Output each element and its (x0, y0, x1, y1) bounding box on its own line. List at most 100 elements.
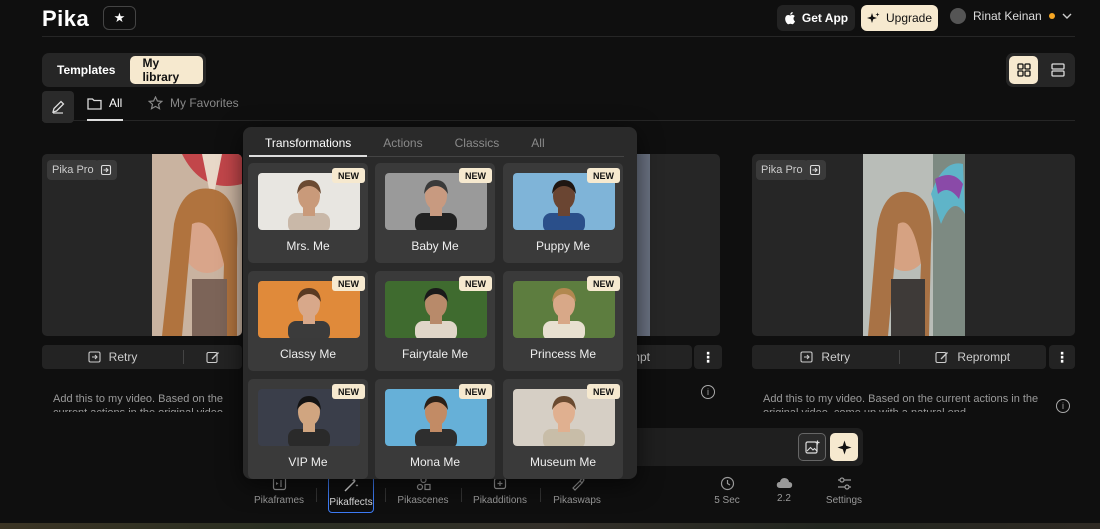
more-options-button[interactable]: ⋮ (1049, 345, 1075, 369)
video-thumbnail (152, 154, 242, 336)
favorite-star-button[interactable]: ★ (103, 6, 136, 30)
card-actions: Retry (42, 345, 242, 369)
sparkle-icon (866, 12, 880, 23)
prompt-text: Add this to my video. Based on the curre… (763, 393, 1039, 412)
reprompt-button[interactable] (184, 351, 242, 364)
view-toggle (1006, 53, 1075, 87)
edit-icon (206, 351, 219, 363)
more-vertical-icon: ⋮ (1055, 348, 1069, 365)
effect-label: Baby Me (411, 239, 459, 253)
header-divider (42, 36, 1075, 37)
prompt-text: Add this to my video. Based on the curre… (53, 393, 226, 412)
effect-label: Mrs. Me (286, 239, 330, 253)
new-badge: NEW (459, 168, 492, 183)
tool-pikaffects[interactable]: Pikaffects (328, 476, 374, 513)
sparkle-icon (837, 440, 851, 454)
list-view-button[interactable] (1043, 56, 1072, 84)
effect-label: VIP Me (288, 455, 328, 469)
new-badge: NEW (587, 384, 620, 399)
upgrade-button[interactable]: Upgrade (861, 5, 938, 31)
folder-icon (87, 97, 102, 110)
video-card[interactable] (42, 154, 242, 336)
new-badge: NEW (587, 276, 620, 291)
tab-my-library[interactable]: My library (130, 56, 203, 84)
pika-logo[interactable]: Pika (42, 6, 89, 32)
star-icon: ★ (113, 10, 126, 25)
user-menu[interactable]: Rinat Keinan (950, 8, 1072, 24)
new-badge: NEW (459, 276, 492, 291)
tab-transformations[interactable]: Transformations (249, 132, 368, 157)
edit-button[interactable] (42, 91, 74, 123)
tab-classics[interactable]: Classics (439, 132, 516, 157)
reprompt-button[interactable]: Reprompt (900, 350, 1047, 364)
new-badge: NEW (332, 276, 365, 291)
pencil-icon (52, 100, 65, 114)
new-badge: NEW (332, 384, 365, 399)
retry-icon (88, 351, 101, 363)
tool-pikadditions[interactable]: Pikadditions (465, 476, 535, 506)
plan-badge: Pika Pro (756, 160, 808, 180)
card-actions: Retry Reprompt (752, 345, 1046, 369)
apple-icon (785, 12, 795, 25)
effect-tile[interactable]: NEW Museum Me (503, 379, 623, 479)
clock-icon (720, 476, 734, 491)
filter-favorites-label: My Favorites (170, 96, 239, 110)
retry-button[interactable]: Retry (752, 350, 899, 364)
toolbar-divider (316, 488, 317, 502)
tool-pikaframes[interactable]: Pikaframes (244, 476, 314, 506)
reuse-button[interactable] (804, 160, 826, 180)
model-label: 2.2 (777, 493, 791, 504)
effect-tile[interactable]: NEW Mrs. Me (248, 163, 368, 263)
tab-actions[interactable]: Actions (367, 132, 438, 157)
image-add-icon (804, 440, 819, 454)
retry-label: Retry (108, 350, 138, 364)
info-icon[interactable]: i (701, 385, 715, 399)
new-badge: NEW (332, 168, 365, 183)
star-outline-icon (148, 96, 163, 110)
new-badge: NEW (459, 384, 492, 399)
filter-all[interactable]: All (87, 96, 122, 110)
tool-pikascenes[interactable]: Pikascenes (388, 476, 458, 506)
effect-tile[interactable]: NEW Classy Me (248, 271, 368, 371)
get-app-button[interactable]: Get App (777, 5, 855, 31)
tool-pikaswaps[interactable]: Pikaswaps (542, 476, 612, 506)
effect-tile[interactable]: NEW Princess Me (503, 271, 623, 371)
effect-label: Classy Me (279, 347, 336, 361)
list-icon (1050, 63, 1065, 77)
filter-favorites[interactable]: My Favorites (148, 96, 239, 110)
info-icon[interactable]: i (1056, 399, 1070, 413)
retry-label: Retry (821, 350, 851, 364)
new-badge: NEW (587, 168, 620, 183)
filter-all-label: All (109, 96, 123, 110)
upgrade-label: Upgrade (885, 11, 933, 25)
effect-tile[interactable]: NEW Mona Me (375, 379, 495, 479)
video-card[interactable] (752, 154, 1075, 336)
grid-view-button[interactable] (1009, 56, 1038, 84)
more-vertical-icon: ⋮ (701, 348, 715, 365)
effect-tile[interactable]: NEW Baby Me (375, 163, 495, 263)
effect-tile[interactable]: NEW VIP Me (248, 379, 368, 479)
tab-templates[interactable]: Templates (45, 56, 127, 84)
settings-label: Settings (825, 495, 863, 506)
effect-label: Mona Me (409, 455, 461, 469)
add-image-button[interactable] (798, 433, 826, 461)
tool-label: Pikascenes (397, 495, 449, 506)
effect-tile[interactable]: NEW Fairytale Me (375, 271, 495, 371)
effect-tile[interactable]: NEW Puppy Me (503, 163, 623, 263)
settings-button[interactable]: Settings (809, 476, 879, 506)
reprompt-label: Reprompt (957, 350, 1011, 364)
more-options-button[interactable]: ⋮ (694, 345, 722, 369)
magic-wand-icon (344, 478, 359, 492)
tool-label: Pikadditions (473, 495, 527, 506)
library-tabs: Templates My library (42, 53, 206, 87)
reuse-button[interactable] (95, 160, 117, 180)
generate-button[interactable] (830, 433, 858, 461)
retry-icon (800, 351, 813, 363)
effect-label: Fairytale Me (401, 347, 469, 361)
tab-all[interactable]: All (515, 132, 560, 157)
plan-badge: Pika Pro (47, 160, 99, 180)
retry-button[interactable]: Retry (42, 350, 183, 364)
filters-divider (42, 120, 1075, 121)
chevron-down-icon (1062, 13, 1072, 19)
status-dot (1048, 13, 1055, 19)
